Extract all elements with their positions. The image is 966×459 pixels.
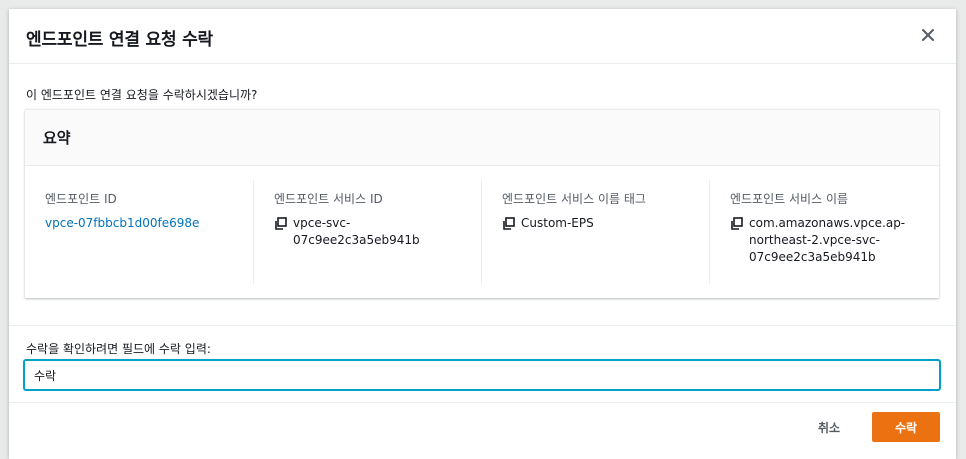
endpoint-id-label: 엔드포인트 ID: [45, 192, 117, 206]
accept-connection-modal: 엔드포인트 연결 요청 수락 이 엔드포인트 연결 요청을 수락하시겠습니까? …: [9, 9, 956, 459]
service-id-label: 엔드포인트 서비스 ID: [274, 192, 383, 206]
summary-header: 요약: [25, 110, 939, 166]
modal-title: 엔드포인트 연결 요청 수락: [26, 30, 213, 50]
summary-title: 요약: [43, 129, 71, 147]
copy-icon[interactable]: [730, 217, 743, 230]
summary-col-service-name-tag: 엔드포인트 서비스 이름 태그 Custom-EPS: [481, 180, 709, 284]
service-name-value: com.amazonaws.vpce.ap-northeast-2.vpce-s…: [749, 216, 906, 264]
confirm-field-label: 수락을 확인하려면 필드에 수락 입력:: [26, 342, 211, 356]
confirm-question: 이 엔드포인트 연결 요청을 수락하시겠습니까?: [26, 88, 258, 102]
service-name-tag-value: Custom-EPS: [521, 216, 594, 230]
summary-col-service-id: 엔드포인트 서비스 ID vpce-svc-07c9ee2c3a5eb941b: [253, 180, 481, 284]
endpoint-id-link[interactable]: vpce-07fbbcb1d00fe698e: [45, 215, 233, 232]
copy-icon[interactable]: [502, 217, 515, 230]
footer-divider: [9, 402, 956, 403]
cancel-button[interactable]: 취소: [804, 412, 854, 442]
modal-header: 엔드포인트 연결 요청 수락: [9, 9, 956, 64]
service-name-label: 엔드포인트 서비스 이름: [730, 192, 849, 206]
accept-button[interactable]: 수락: [872, 412, 940, 442]
copy-icon[interactable]: [274, 217, 287, 230]
summary-col-endpoint-id: 엔드포인트 ID vpce-07fbbcb1d00fe698e: [25, 180, 253, 284]
close-icon: [922, 29, 934, 41]
close-button[interactable]: [916, 23, 940, 47]
confirm-input[interactable]: [24, 360, 940, 390]
summary-card: 요약 엔드포인트 ID vpce-07fbbcb1d00fe698e 엔드포인트…: [25, 109, 939, 298]
service-id-value: vpce-svc-07c9ee2c3a5eb941b: [293, 216, 420, 247]
service-name-tag-label: 엔드포인트 서비스 이름 태그: [502, 192, 646, 206]
summary-col-service-name: 엔드포인트 서비스 이름 com.amazonaws.vpce.ap-north…: [709, 180, 937, 284]
summary-columns: 엔드포인트 ID vpce-07fbbcb1d00fe698e 엔드포인트 서비…: [25, 180, 939, 284]
section-divider: [9, 325, 956, 326]
